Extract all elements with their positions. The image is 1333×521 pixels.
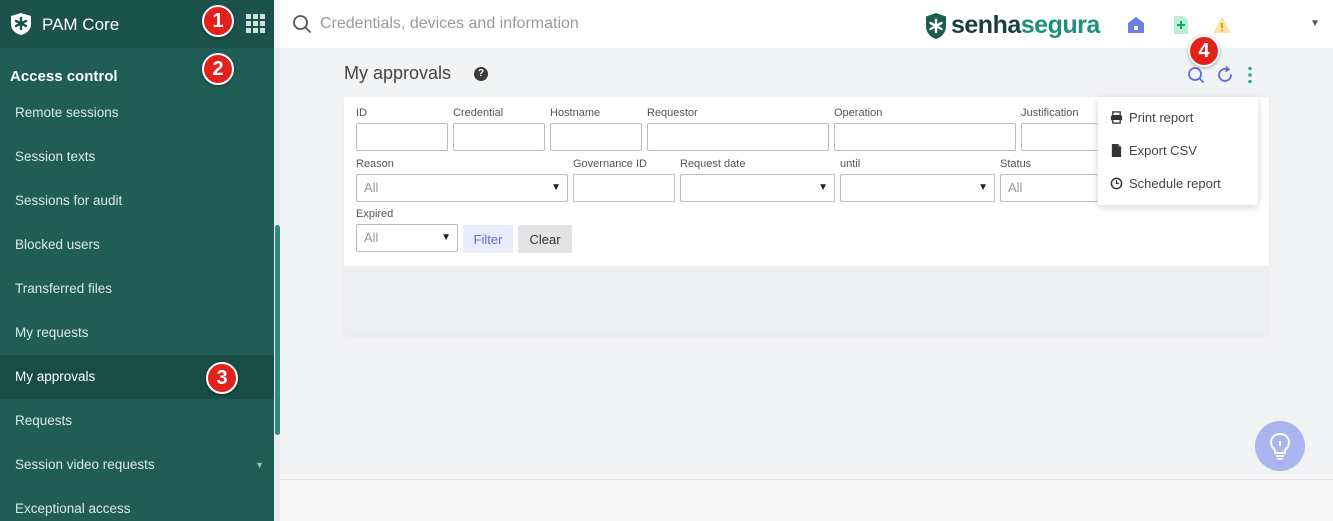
menu-item-schedule-report[interactable]: Schedule report [1098, 167, 1258, 199]
status-value: All [1008, 180, 1023, 195]
until-label: until [840, 158, 861, 170]
sidebar-item-requests[interactable]: Requests [0, 399, 274, 443]
apps-grid-icon[interactable] [246, 14, 268, 34]
sidebar-item-remote-sessions[interactable]: Remote sessions [0, 91, 274, 135]
step-marker-2: 2 [202, 53, 234, 85]
home-icon[interactable] [1126, 15, 1146, 35]
request-date-label: Request date [680, 158, 746, 170]
sidebar-nav: Remote sessions Session texts Sessions f… [0, 91, 274, 521]
more-options-icon[interactable] [1241, 66, 1259, 84]
expired-label: Expired [356, 208, 394, 220]
until-date-select[interactable]: ▼ [840, 174, 995, 202]
credential-input[interactable] [453, 123, 545, 151]
id-label: ID [356, 107, 367, 119]
expired-select[interactable]: All ▼ [356, 224, 458, 252]
printer-icon [1110, 110, 1123, 124]
status-label: Status [1000, 158, 1032, 170]
chevron-down-icon: ▼ [978, 182, 988, 193]
menu-item-export-csv[interactable]: Export CSV [1098, 134, 1258, 166]
reason-label: Reason [356, 158, 394, 170]
search-toggle-icon[interactable] [1187, 66, 1205, 84]
step-marker-3: 3 [206, 362, 238, 394]
chevron-down-icon: ▼ [818, 182, 828, 193]
section-title[interactable]: Access control [10, 68, 118, 85]
requestor-label: Requestor [647, 107, 698, 119]
justification-input[interactable] [1021, 123, 1098, 151]
app-name: PAM Core [42, 15, 120, 34]
sidebar-item-transferred-files[interactable]: Transferred files [0, 267, 274, 311]
step-marker-1: 1 [202, 5, 234, 37]
logo-text-part2: segura [1020, 11, 1100, 39]
tips-button[interactable] [1255, 421, 1305, 471]
warning-icon[interactable] [1212, 15, 1232, 35]
step-marker-4: 4 [1188, 35, 1220, 67]
operation-input[interactable] [834, 123, 1016, 151]
justification-label: Justification [1021, 107, 1079, 119]
chevron-down-icon: ▼ [551, 182, 561, 193]
footer [280, 479, 1333, 521]
sidebar-item-label: Session video requests [15, 457, 155, 472]
lightbulb-icon [1269, 432, 1291, 460]
clock-icon [1110, 177, 1123, 189]
requestor-input[interactable] [647, 123, 829, 151]
file-icon [1111, 143, 1122, 157]
reason-value: All [364, 180, 379, 195]
filter-button[interactable]: Filter [463, 225, 513, 253]
sidebar: PAM Core Access control Remote sessions … [0, 0, 274, 521]
menu-item-label: Export CSV [1129, 142, 1197, 158]
menu-item-label: Print report [1129, 109, 1194, 125]
hostname-label: Hostname [550, 107, 601, 119]
refresh-icon[interactable] [1216, 66, 1234, 84]
hostname-input[interactable] [550, 123, 642, 151]
sidebar-item-exceptional-access[interactable]: Exceptional access [0, 487, 274, 521]
operation-label: Operation [834, 107, 883, 119]
sidebar-item-blocked-users[interactable]: Blocked users [0, 223, 274, 267]
page-title: My approvals [344, 63, 452, 83]
credential-label: Credential [453, 107, 504, 119]
status-select[interactable]: All [1000, 174, 1098, 202]
reason-select[interactable]: All ▼ [356, 174, 568, 202]
id-input[interactable] [356, 123, 448, 151]
search-icon [293, 15, 311, 33]
sidebar-item-sessions-for-audit[interactable]: Sessions for audit [0, 179, 274, 223]
help-icon[interactable]: ? [474, 67, 488, 81]
request-date-select[interactable]: ▼ [680, 174, 835, 202]
options-menu: Print report Export CSV Schedule report [1098, 97, 1258, 205]
sidebar-item-session-video-requests[interactable]: Session video requests ▼ [0, 443, 274, 487]
logo-text-part1: senha [951, 11, 1021, 39]
expired-value: All [364, 230, 379, 245]
sidebar-item-session-texts[interactable]: Session texts [0, 135, 274, 179]
new-document-icon[interactable] [1171, 15, 1191, 35]
user-menu-chevron-icon[interactable]: ▼ [1310, 18, 1320, 29]
governance-id-label: Governance ID [573, 158, 647, 170]
menu-item-label: Schedule report [1129, 175, 1221, 191]
chevron-down-icon: ▼ [441, 232, 451, 243]
clear-button[interactable]: Clear [518, 225, 572, 253]
sidebar-scrollbar-thumb[interactable] [275, 225, 280, 435]
sidebar-item-my-requests[interactable]: My requests [0, 311, 274, 355]
top-bar: senhasegura ▼ [280, 0, 1333, 48]
menu-item-print-report[interactable]: Print report [1098, 101, 1258, 133]
shield-logo-icon [926, 12, 946, 39]
pam-logo-icon [11, 13, 31, 35]
governance-id-input[interactable] [573, 174, 675, 202]
chevron-down-icon: ▼ [255, 460, 264, 470]
senhasegura-logo: senhasegura [925, 11, 1100, 40]
search-input[interactable] [320, 11, 880, 37]
